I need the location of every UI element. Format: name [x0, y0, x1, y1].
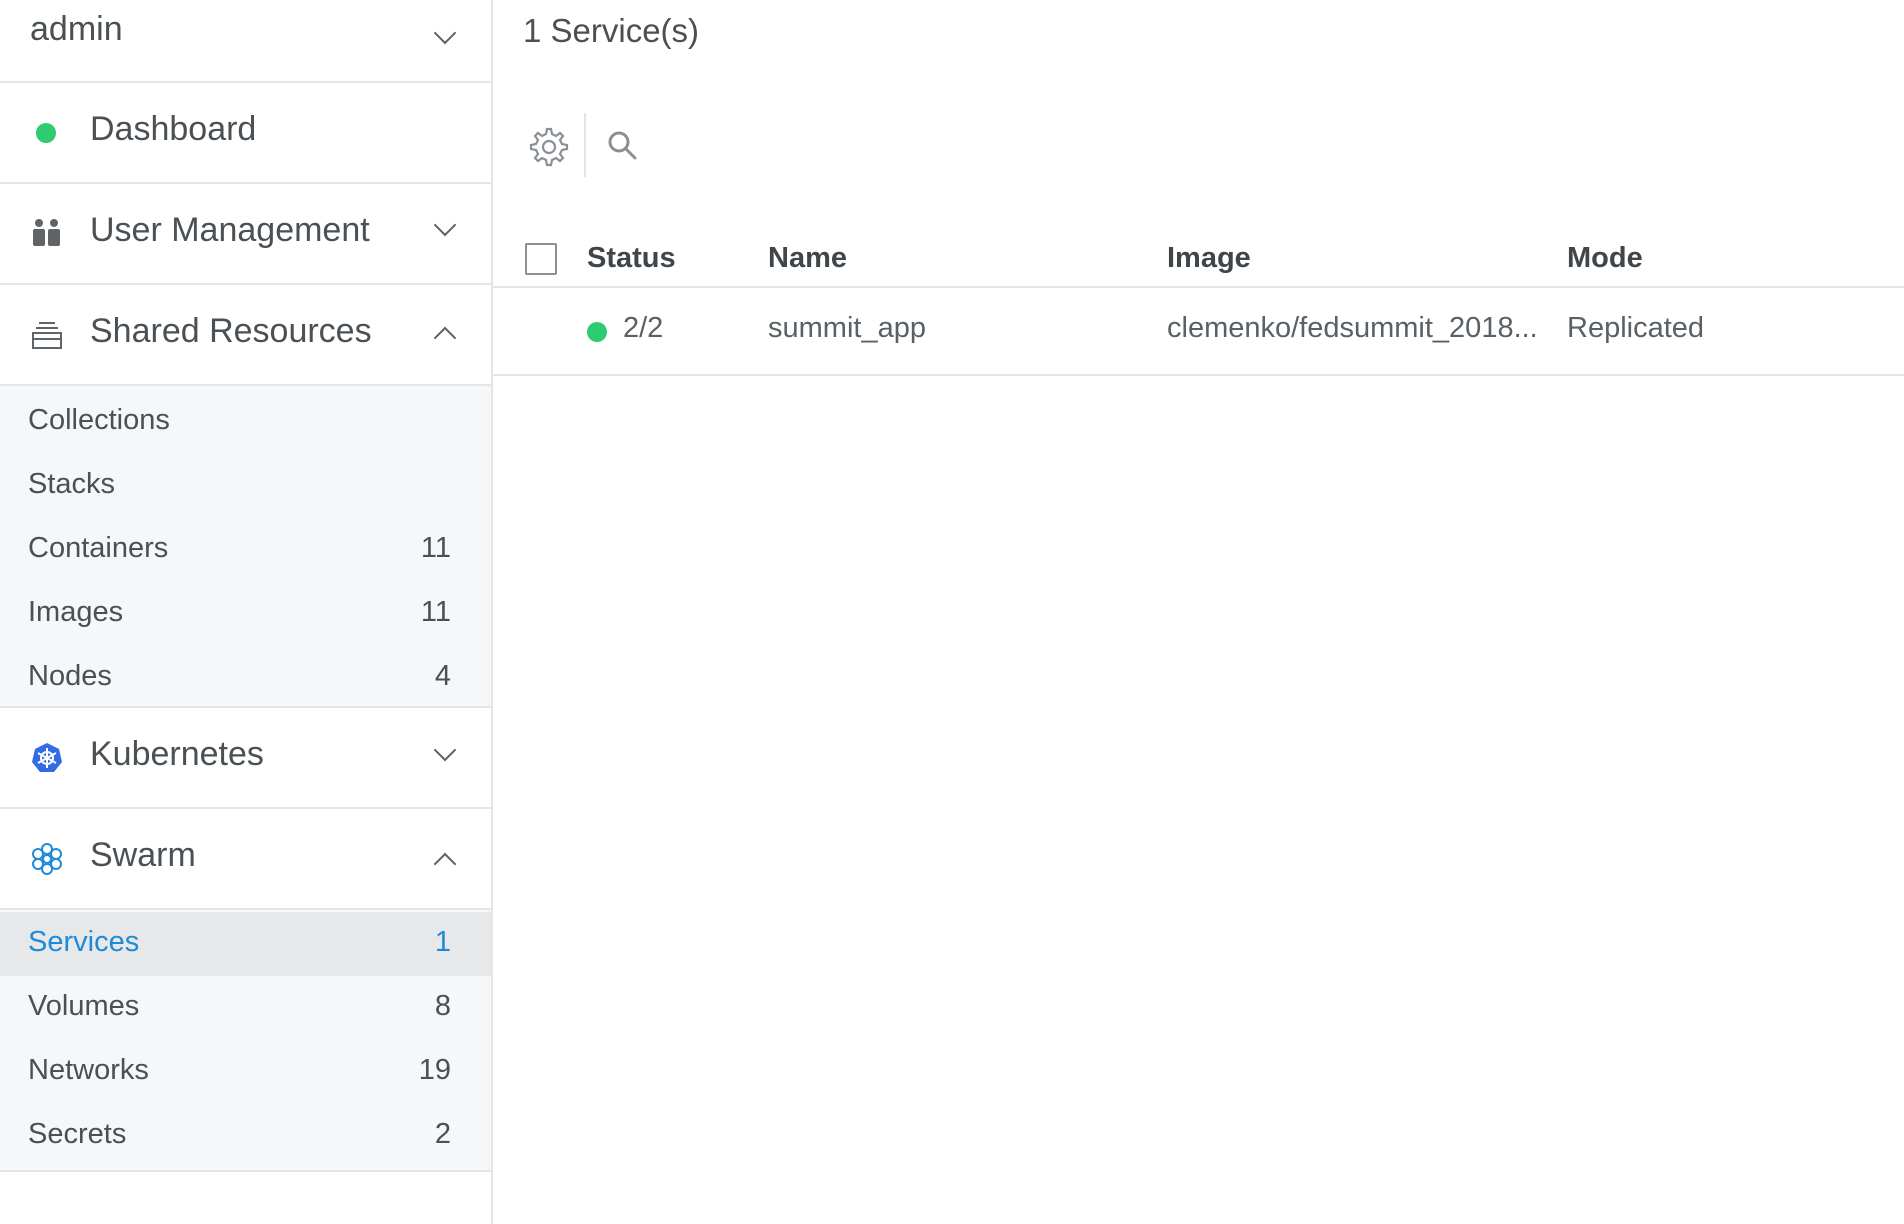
table-row[interactable]: 2/2 summit_app clemenko/fedsummit_2018..… — [493, 288, 1904, 376]
column-header-status[interactable]: Status — [587, 242, 676, 275]
gear-icon[interactable] — [526, 124, 570, 168]
nav-user-management[interactable]: User Management — [0, 184, 491, 285]
sidebar-item-collections[interactable]: Collections — [0, 390, 491, 454]
column-header-name[interactable]: Name — [768, 242, 847, 275]
nav-shared-resources[interactable]: Shared Resources — [0, 285, 491, 386]
nav-user-management-label: User Management — [90, 211, 370, 249]
sidebar-item-services[interactable]: Services 1 — [0, 912, 491, 976]
nav-kubernetes-label: Kubernetes — [90, 735, 264, 773]
sidebar-item-label: Nodes — [28, 660, 112, 692]
page-title: 1 Service(s) — [523, 12, 700, 49]
sidebar-item-count: 4 — [434, 660, 451, 692]
row-image: clemenko/fedsummit_2018... — [1167, 312, 1538, 344]
chevron-up-icon — [433, 326, 457, 350]
sidebar-item-count: 1 — [434, 926, 451, 958]
main-content: 1 Service(s) Status Name Image Mode 2/2 … — [493, 0, 1904, 1224]
sidebar-item-label: Collections — [28, 404, 170, 436]
sidebar-item-label: Images — [28, 596, 124, 628]
row-mode: Replicated — [1567, 312, 1705, 344]
sidebar-item-nodes[interactable]: Nodes 4 — [0, 646, 491, 710]
users-icon — [33, 219, 60, 246]
column-header-image[interactable]: Image — [1167, 242, 1251, 275]
sidebar-item-images[interactable]: Images 11 — [0, 582, 491, 646]
sidebar-item-secrets[interactable]: Secrets 2 — [0, 1104, 491, 1168]
status-dot-icon — [587, 322, 607, 342]
row-name: summit_app — [768, 312, 926, 344]
nav-shared-resources-label: Shared Resources — [90, 312, 372, 350]
swarm-icon — [32, 843, 62, 875]
kubernetes-icon — [32, 743, 62, 772]
shared-resources-icon — [32, 322, 62, 349]
sidebar-item-label: Containers — [28, 532, 169, 564]
sidebar-item-containers[interactable]: Containers 11 — [0, 518, 491, 582]
column-header-mode[interactable]: Mode — [1567, 242, 1643, 275]
nav-dashboard[interactable]: Dashboard — [0, 83, 491, 184]
nav-dashboard-label: Dashboard — [90, 110, 257, 148]
chevron-down-icon — [433, 21, 457, 45]
sidebar-item-count: 11 — [420, 532, 451, 564]
nav-swarm[interactable]: Swarm — [0, 809, 491, 910]
sidebar-item-stacks[interactable]: Stacks — [0, 454, 491, 518]
chevron-down-icon — [433, 738, 457, 762]
shared-resources-submenu: Collections Stacks Containers 11 Images … — [0, 386, 491, 708]
swarm-submenu: Services 1 Volumes 8 Networks 19 Secrets… — [0, 910, 491, 1172]
row-status: 2/2 — [623, 312, 664, 344]
sidebar-item-label: Stacks — [28, 468, 116, 500]
toolbar-divider — [584, 113, 586, 177]
nav-kubernetes[interactable]: Kubernetes — [0, 708, 491, 809]
sidebar-item-count: 2 — [434, 1118, 451, 1150]
chevron-up-icon — [433, 852, 457, 876]
sidebar-item-label: Secrets — [28, 1118, 127, 1150]
sidebar-item-count: 11 — [420, 596, 451, 628]
table-header: Status Name Image Mode — [493, 238, 1904, 288]
sidebar: admin Dashboard User Management Shared R… — [0, 0, 493, 1224]
status-dot-icon — [36, 123, 56, 143]
sidebar-item-volumes[interactable]: Volumes 8 — [0, 976, 491, 1040]
sidebar-item-count: 8 — [434, 990, 451, 1022]
sidebar-item-label: Volumes — [28, 990, 140, 1022]
search-icon[interactable] — [601, 124, 645, 168]
sidebar-item-label: Services — [28, 926, 140, 958]
sidebar-item-count: 19 — [418, 1054, 451, 1086]
sidebar-item-label: Networks — [28, 1054, 149, 1086]
select-all-checkbox[interactable] — [525, 243, 557, 275]
nav-swarm-label: Swarm — [90, 836, 196, 874]
account-menu[interactable]: admin — [0, 0, 491, 83]
account-name: admin — [30, 10, 123, 48]
sidebar-item-networks[interactable]: Networks 19 — [0, 1040, 491, 1104]
chevron-down-icon — [433, 213, 457, 237]
